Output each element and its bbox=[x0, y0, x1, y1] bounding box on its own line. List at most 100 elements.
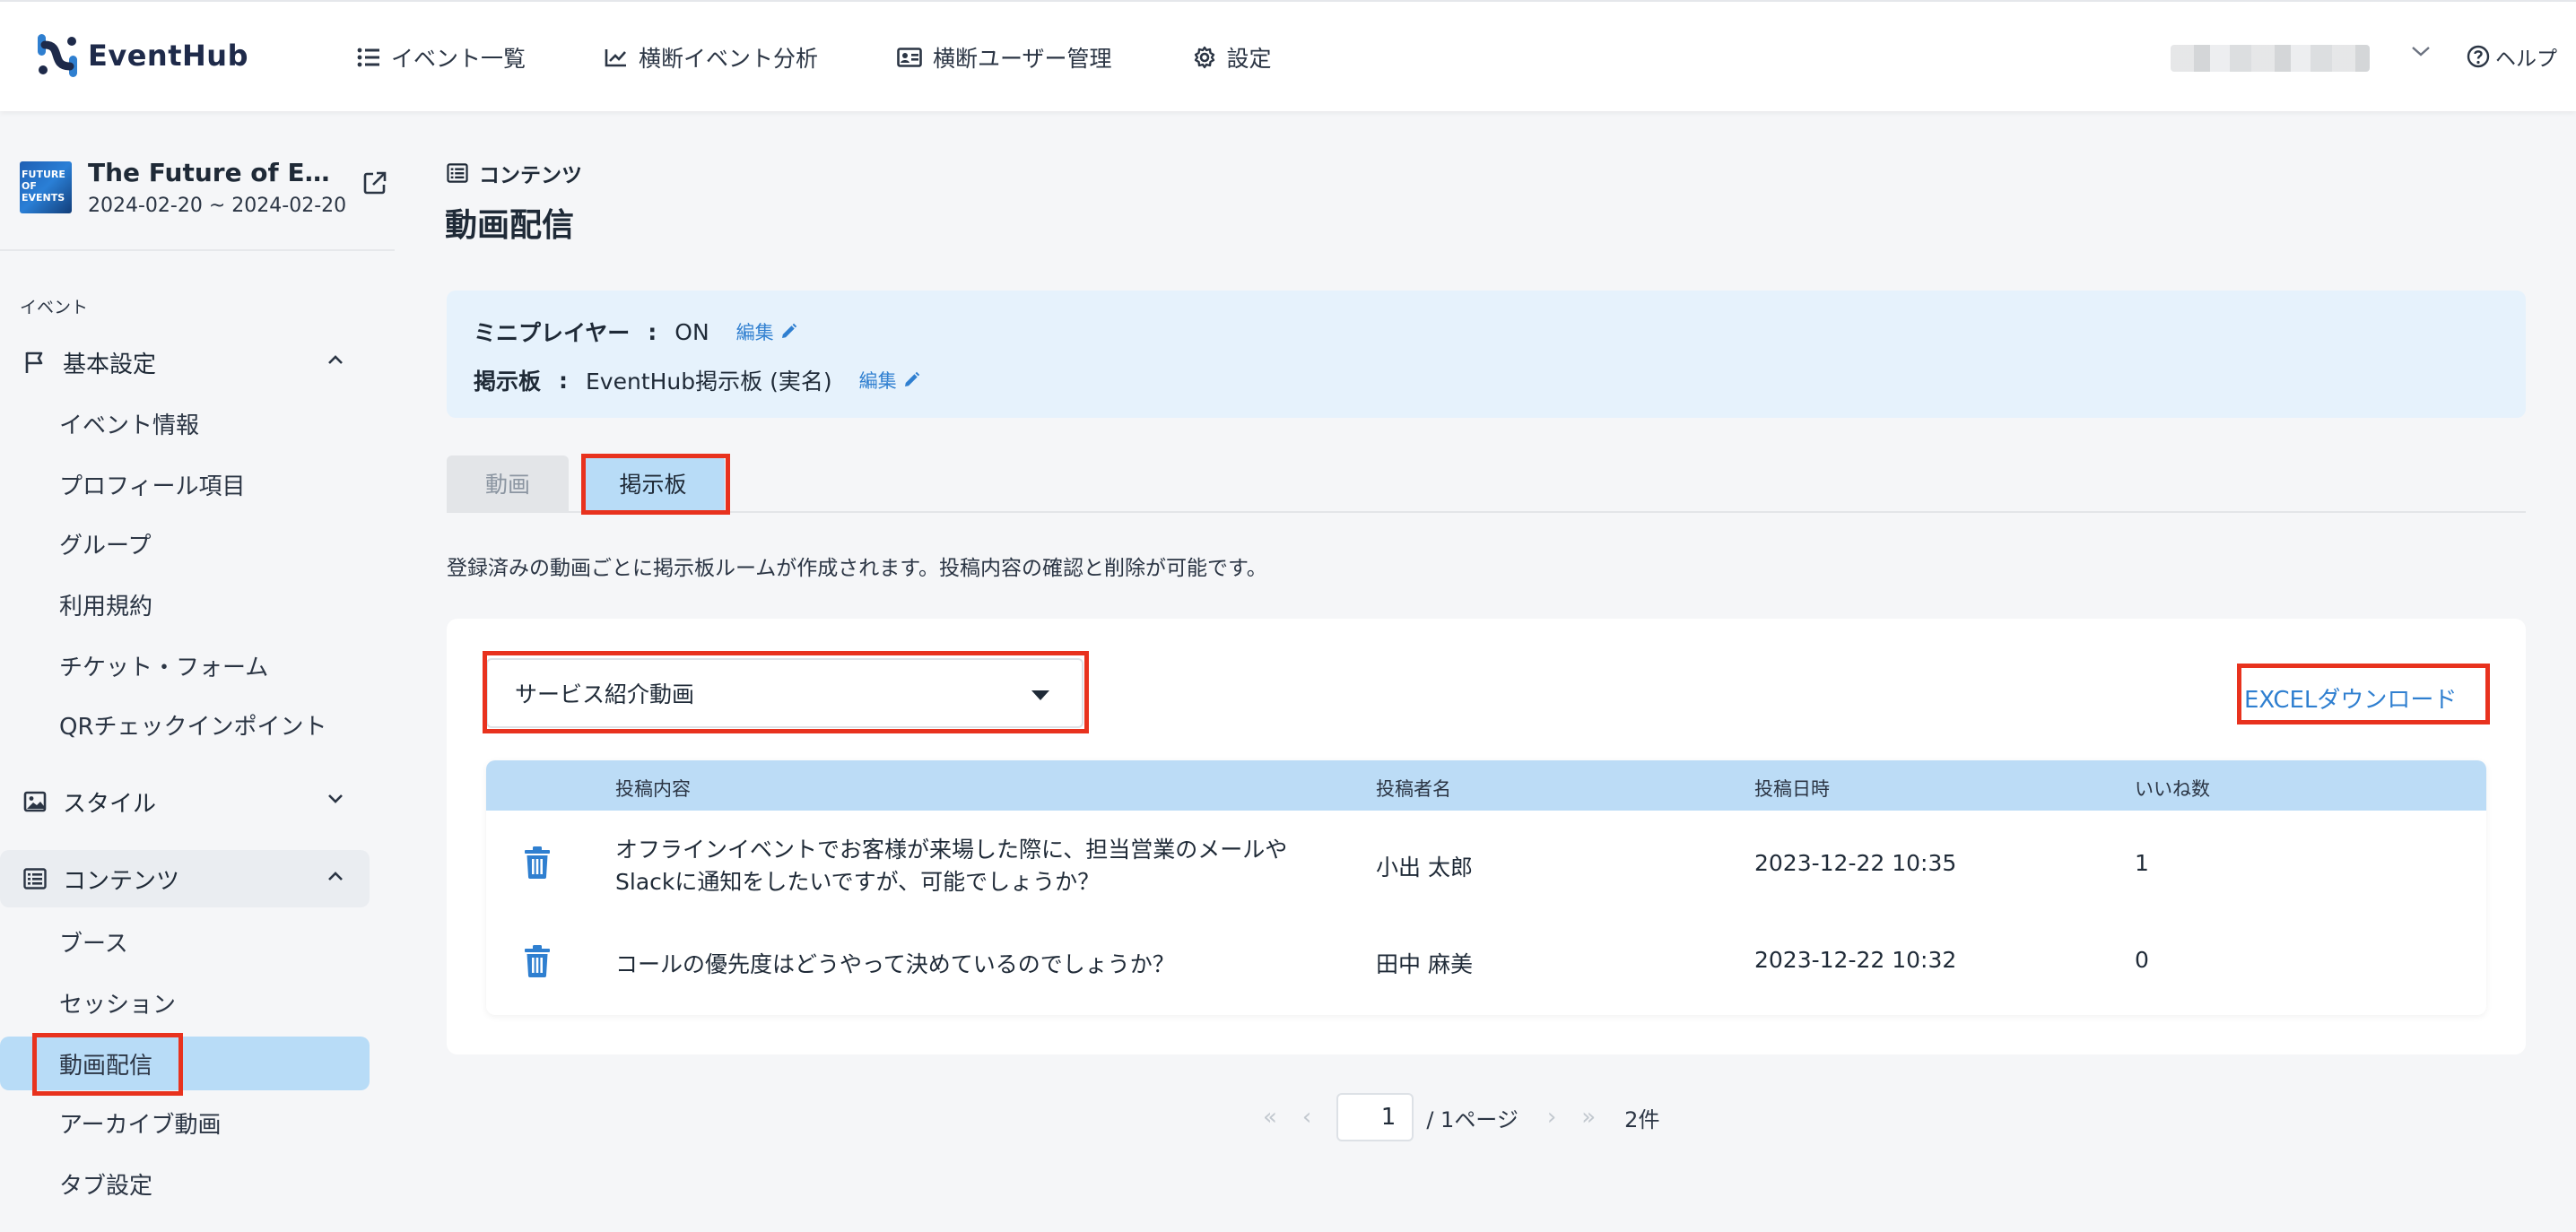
top-header: EventHub イベント一覧 横断イベント分析 横断ユーザー管理 設定 ヘルプ bbox=[0, 0, 2576, 111]
breadcrumb-label: コンテンツ bbox=[479, 164, 582, 187]
nav-event-list-label: イベント一覧 bbox=[391, 46, 527, 72]
sidebar-item-label: プロフィール項目 bbox=[59, 473, 246, 500]
trash-icon[interactable] bbox=[524, 945, 551, 977]
post-content-line: Slackに通知をしたいですが、可能でしょうか？ bbox=[615, 869, 1101, 895]
board-description: 登録済みの動画ごとに掲示板ルームが作成されます。投稿内容の確認と削除が可能です。 bbox=[447, 557, 1267, 580]
table-header: 投稿内容 投稿者名 投稿日時 いいね数 bbox=[486, 760, 2486, 811]
edit-label: 編集 bbox=[858, 370, 897, 392]
first-page-icon[interactable]: « bbox=[1263, 1104, 1277, 1131]
settings-summary: ミニプレイヤー : ON 編集 掲示板 : EventHub掲示板 (実名) 編… bbox=[447, 291, 2526, 418]
sidebar-section-label: イベント bbox=[20, 298, 89, 317]
sidebar: FUTURE OF EVENTS The Future of Events 20… bbox=[0, 111, 395, 1232]
post-likes: 1 bbox=[2135, 850, 2149, 876]
nav-settings-label: 設定 bbox=[1226, 46, 1272, 72]
sidebar-item-archive-video[interactable]: アーカイブ動画 bbox=[0, 1098, 370, 1148]
pagination: « ‹ / 1ページ › » 2件 bbox=[1263, 1092, 1659, 1142]
table-row: コールの優先度はどうやって決めているのでしょうか？ 田中 麻美 2023-12-… bbox=[486, 916, 2486, 1015]
sidebar-group-content[interactable]: コンテンツ bbox=[0, 850, 370, 907]
sidebar-item-ticket-form[interactable]: チケット・フォーム bbox=[0, 640, 370, 690]
tab-board[interactable]: 掲示板 bbox=[581, 455, 725, 511]
sidebar-item-booth[interactable]: ブース bbox=[0, 916, 370, 967]
sidebar-group-style[interactable]: スタイル bbox=[0, 773, 370, 830]
sidebar-item-profile-fields[interactable]: プロフィール項目 bbox=[0, 459, 370, 509]
mini-player-sep: : bbox=[648, 318, 657, 345]
sidebar-item-video-streaming[interactable]: 動画配信 bbox=[0, 1037, 370, 1090]
top-nav: イベント一覧 横断イベント分析 横断ユーザー管理 設定 bbox=[357, 38, 1272, 77]
post-date: 2023-12-22 10:35 bbox=[1754, 850, 1957, 876]
question-circle-icon bbox=[2467, 45, 2490, 68]
nav-event-list[interactable]: イベント一覧 bbox=[357, 41, 526, 74]
tab-video[interactable]: 動画 bbox=[447, 455, 569, 511]
sidebar-item-label: ブース bbox=[59, 930, 128, 958]
event-thumbnail-text: FUTURE OF EVENTS bbox=[22, 169, 65, 204]
sidebar-group-basic-label: 基本設定 bbox=[63, 351, 157, 378]
table-row: オフラインイベントでお客様が来場した際に、担当営業のメールや Slackに通知を… bbox=[486, 811, 2486, 916]
caret-down-icon bbox=[1031, 690, 1049, 700]
edit-label: 編集 bbox=[735, 322, 774, 343]
external-link-icon[interactable] bbox=[362, 170, 387, 195]
content-tabs: 動画 掲示板 bbox=[447, 455, 725, 511]
board-panel: サービス紹介動画 EXCELダウンロード 投稿内容 投稿者名 投稿日時 いいね数… bbox=[447, 619, 2526, 1054]
mini-player-setting: ミニプレイヤー : ON 編集 bbox=[474, 316, 797, 348]
nav-settings[interactable]: 設定 bbox=[1193, 41, 1272, 74]
board-edit-link[interactable]: 編集 bbox=[859, 367, 920, 394]
sidebar-item-qr-checkin[interactable]: QRチェックインポイント bbox=[0, 699, 370, 750]
nav-cross-analysis-label: 横断イベント分析 bbox=[639, 46, 819, 72]
sidebar-item-label: イベント情報 bbox=[59, 412, 200, 439]
mini-player-edit-link[interactable]: 編集 bbox=[736, 318, 797, 345]
header-date: 投稿日時 bbox=[1754, 778, 1830, 800]
sidebar-item-event-info[interactable]: イベント情報 bbox=[0, 398, 370, 448]
nav-cross-user[interactable]: 横断ユーザー管理 bbox=[897, 41, 1112, 74]
current-event-card: FUTURE OF EVENTS The Future of Events 20… bbox=[20, 158, 387, 230]
image-icon bbox=[23, 791, 47, 812]
post-content-line: オフラインイベントでお客様が来場した際に、担当営業のメールや bbox=[615, 837, 1288, 863]
prev-page-icon[interactable]: ‹ bbox=[1302, 1104, 1311, 1131]
video-select[interactable]: サービス紹介動画 bbox=[486, 658, 1083, 728]
sidebar-item-label: セッション bbox=[59, 991, 177, 1019]
posts-table: 投稿内容 投稿者名 投稿日時 いいね数 オフラインイベントでお客様が来場した際に… bbox=[486, 760, 2486, 1015]
last-page-icon[interactable]: » bbox=[1581, 1104, 1596, 1131]
post-author: 田中 麻美 bbox=[1376, 951, 1473, 977]
chevron-down-icon[interactable] bbox=[2411, 45, 2431, 57]
user-name-blurred bbox=[2171, 45, 2370, 72]
excel-download-button[interactable]: EXCELダウンロード bbox=[2244, 681, 2457, 715]
sidebar-group-style-label: スタイル bbox=[63, 790, 157, 818]
chart-icon bbox=[605, 49, 627, 67]
user-menu[interactable] bbox=[2171, 43, 2370, 74]
page-title: 動画配信 bbox=[445, 207, 575, 244]
sidebar-item-session[interactable]: セッション bbox=[0, 977, 370, 1028]
sidebar-group-content-label: コンテンツ bbox=[63, 867, 180, 895]
sidebar-item-tab-settings[interactable]: タブ設定 bbox=[0, 1158, 370, 1209]
post-likes: 0 bbox=[2135, 947, 2149, 973]
sidebar-item-label: QRチェックインポイント bbox=[59, 713, 327, 741]
chevron-down-icon bbox=[328, 794, 343, 803]
trash-icon[interactable] bbox=[524, 846, 551, 879]
sidebar-group-basic[interactable]: 基本設定 bbox=[0, 334, 370, 391]
chevron-up-icon bbox=[328, 872, 343, 881]
list-icon bbox=[447, 163, 468, 183]
eventhub-logo-icon bbox=[36, 32, 79, 79]
next-page-icon[interactable]: › bbox=[1547, 1104, 1556, 1131]
page-number-input[interactable] bbox=[1336, 1093, 1414, 1141]
sidebar-item-terms[interactable]: 利用規約 bbox=[0, 579, 370, 629]
pencil-icon bbox=[781, 323, 796, 338]
flag-icon bbox=[25, 351, 43, 373]
header-likes: いいね数 bbox=[2135, 778, 2210, 800]
post-content: コールの優先度はどうやって決めているのでしょうか？ bbox=[615, 951, 1175, 977]
board-key: 掲示板 bbox=[474, 369, 542, 395]
event-info: The Future of Events 2024-02-20 ~ 2024-0… bbox=[88, 158, 346, 217]
board-setting: 掲示板 : EventHub掲示板 (実名) 編集 bbox=[474, 364, 920, 396]
pencil-icon bbox=[904, 371, 919, 386]
help-label: ヘルプ bbox=[2495, 48, 2557, 71]
nav-cross-analysis[interactable]: 横断イベント分析 bbox=[605, 41, 818, 74]
sidebar-item-label: グループ bbox=[59, 532, 152, 560]
header-content: 投稿内容 bbox=[615, 778, 691, 800]
breadcrumb: コンテンツ bbox=[447, 158, 582, 188]
chevron-up-icon bbox=[328, 355, 343, 364]
sidebar-item-groups[interactable]: グループ bbox=[0, 518, 370, 568]
sidebar-item-label: 動画配信 bbox=[59, 1052, 153, 1080]
sidebar-item-label: アーカイブ動画 bbox=[59, 1111, 222, 1139]
help-link[interactable]: ヘルプ bbox=[2467, 41, 2557, 72]
sidebar-divider bbox=[0, 249, 395, 251]
brand-logo[interactable]: EventHub bbox=[36, 30, 248, 81]
